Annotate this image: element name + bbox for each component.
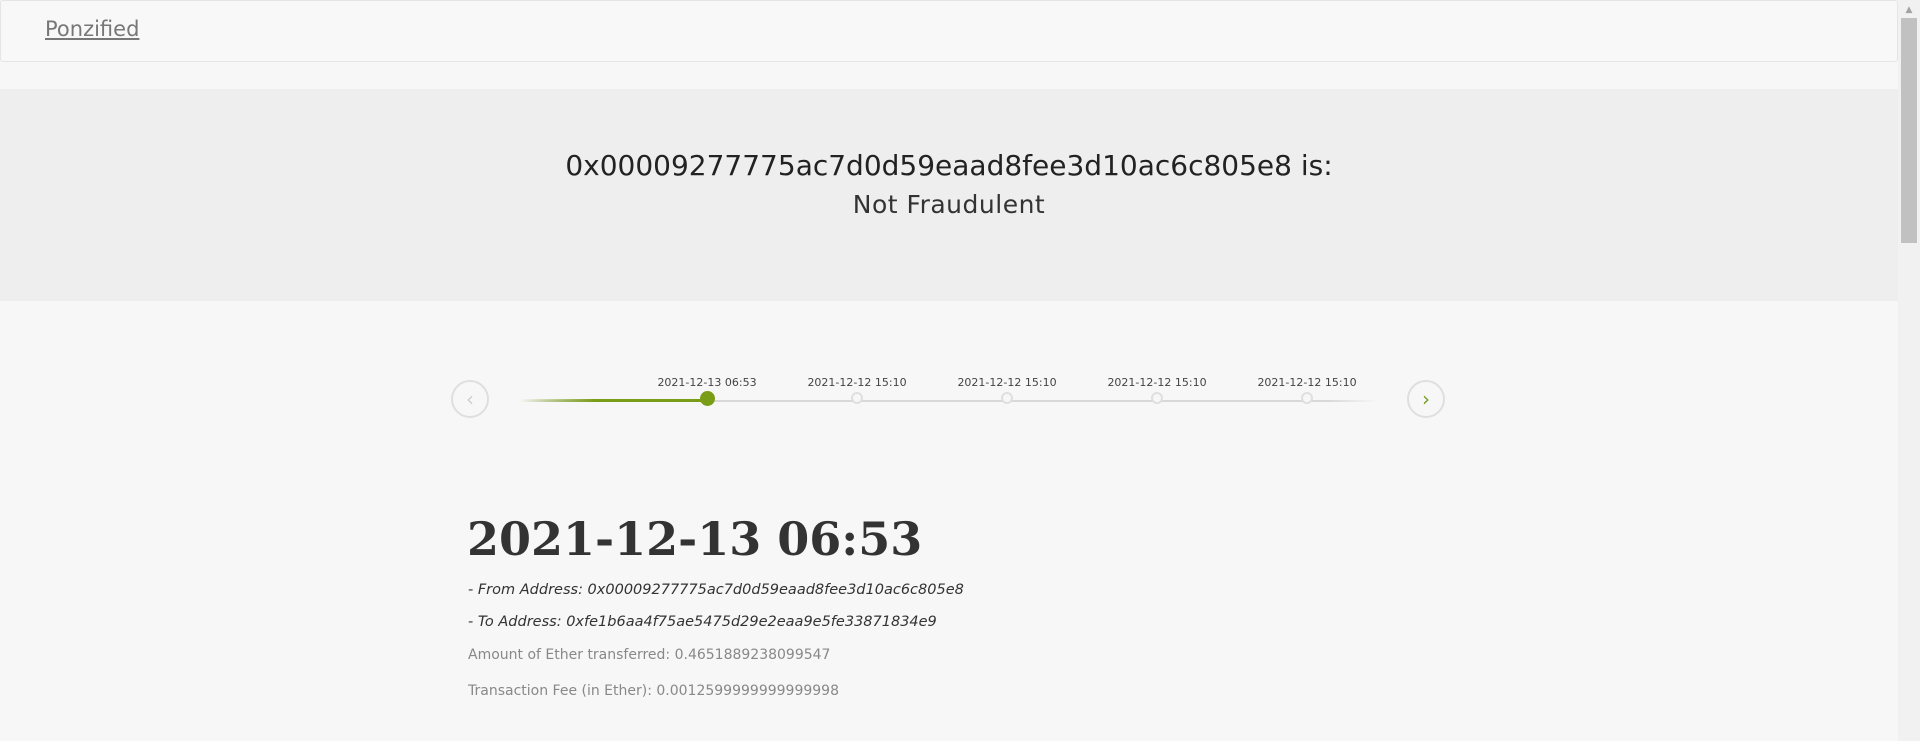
ether-amount: Amount of Ether transferred: 0.465188923… — [468, 647, 831, 663]
scrollbar-thumb[interactable] — [1901, 18, 1917, 243]
chevron-right-icon: › — [1422, 387, 1430, 411]
scroll-up-icon[interactable]: ▲ — [1900, 2, 1918, 18]
timeline-event-date: 2021-12-12 15:10 — [957, 376, 1057, 389]
timeline-prev-button[interactable]: ‹ — [451, 380, 489, 418]
to-address: - To Address: 0xfe1b6aa4f75ae5475d29e2ea… — [468, 614, 937, 630]
timeline-event[interactable]: 2021-12-12 15:10 — [1232, 374, 1382, 404]
chevron-left-icon: ‹ — [466, 387, 474, 411]
timeline-event-date: 2021-12-13 06:53 — [657, 376, 757, 389]
timeline-event-dot[interactable] — [851, 392, 863, 404]
fraud-verdict: Not Fraudulent — [852, 190, 1046, 219]
timeline-event-date: 2021-12-12 15:10 — [1107, 376, 1207, 389]
timeline-event-date: 2021-12-12 15:10 — [1257, 376, 1357, 389]
result-banner: 0x00009277775ac7d0d59eaad8fee3d10ac6c805… — [0, 89, 1898, 301]
transaction-title: 2021-12-13 06:53 — [467, 512, 923, 566]
timeline-next-button[interactable]: › — [1407, 380, 1445, 418]
timeline-event[interactable]: 2021-12-12 15:10 — [782, 374, 932, 404]
timeline-event[interactable]: 2021-12-12 15:10 — [1082, 374, 1232, 404]
timeline-event-date: 2021-12-12 15:10 — [807, 376, 907, 389]
timeline-event-dot[interactable] — [1001, 392, 1013, 404]
from-address: - From Address: 0x00009277775ac7d0d59eaa… — [468, 582, 964, 598]
timeline-event[interactable]: 2021-12-12 15:10 — [932, 374, 1082, 404]
transaction-fee: Transaction Fee (in Ether): 0.0012599999… — [468, 683, 839, 699]
navbar: Ponzified — [0, 0, 1898, 62]
timeline-event-dot[interactable] — [1151, 392, 1163, 404]
brand-link[interactable]: Ponzified — [45, 17, 139, 41]
timeline-event-dot[interactable] — [699, 391, 715, 406]
timeline-event[interactable]: 2021-12-13 06:53 — [632, 374, 782, 406]
timeline-event-dot[interactable] — [1301, 392, 1313, 404]
checked-address: 0x00009277775ac7d0d59eaad8fee3d10ac6c805… — [565, 149, 1333, 182]
